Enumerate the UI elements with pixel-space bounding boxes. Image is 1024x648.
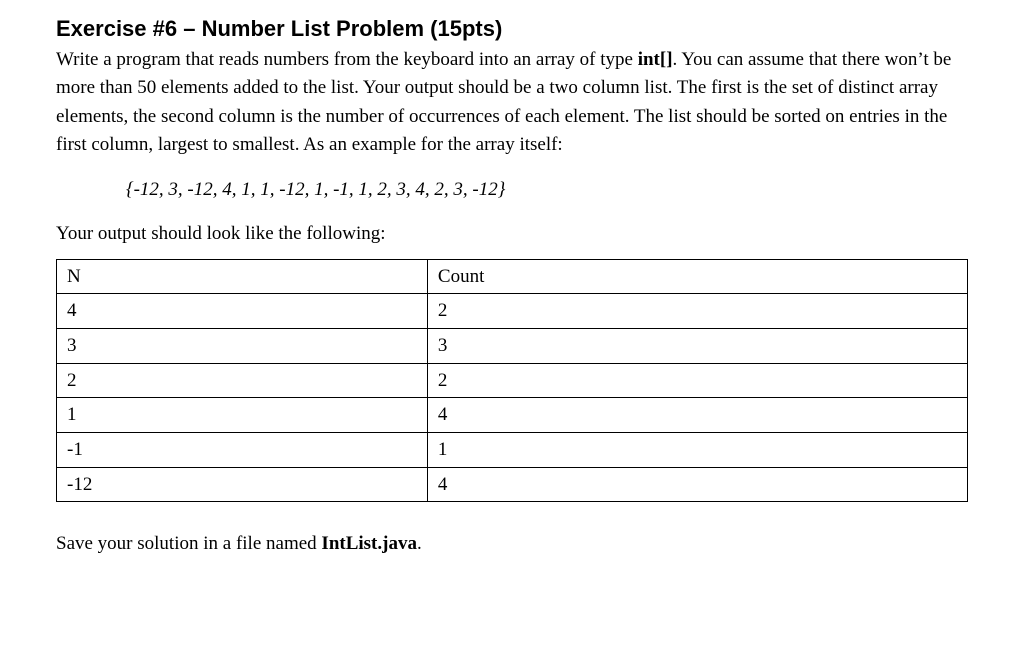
example-array: {-12, 3, -12, 4, 1, 1, -12, 1, -1, 1, 2,…	[126, 176, 968, 205]
output-table: N Count 4 2 3 3 2 2 1 4 -1 1	[56, 259, 968, 502]
cell-count: 1	[427, 432, 967, 467]
cell-n: 1	[57, 398, 428, 433]
table-row: 3 3	[57, 328, 968, 363]
col-header-count: Count	[427, 259, 967, 294]
col-header-n: N	[57, 259, 428, 294]
save-pre: Save your solution in a file named	[56, 533, 321, 554]
table-row: 4 2	[57, 294, 968, 329]
save-instruction: Save your solution in a file named IntLi…	[56, 530, 968, 559]
table-row: -12 4	[57, 467, 968, 502]
table-row: -1 1	[57, 432, 968, 467]
cell-count: 4	[427, 467, 967, 502]
cell-n: -1	[57, 432, 428, 467]
desc-type-bold: int[]	[638, 49, 673, 70]
cell-n: 4	[57, 294, 428, 329]
exercise-description: Write a program that reads numbers from …	[56, 46, 968, 160]
exercise-document: Exercise #6 – Number List Problem (15pts…	[0, 0, 1024, 609]
cell-n: -12	[57, 467, 428, 502]
output-intro: Your output should look like the followi…	[56, 220, 968, 249]
table-row: 1 4	[57, 398, 968, 433]
save-post: .	[417, 533, 422, 554]
cell-count: 4	[427, 398, 967, 433]
save-filename: IntList.java	[321, 533, 417, 554]
cell-n: 2	[57, 363, 428, 398]
cell-count: 3	[427, 328, 967, 363]
cell-n: 3	[57, 328, 428, 363]
table-row: 2 2	[57, 363, 968, 398]
desc-segment-1: Write a program that reads numbers from …	[56, 49, 638, 70]
exercise-title: Exercise #6 – Number List Problem (15pts…	[56, 14, 968, 44]
cell-count: 2	[427, 363, 967, 398]
table-header-row: N Count	[57, 259, 968, 294]
cell-count: 2	[427, 294, 967, 329]
